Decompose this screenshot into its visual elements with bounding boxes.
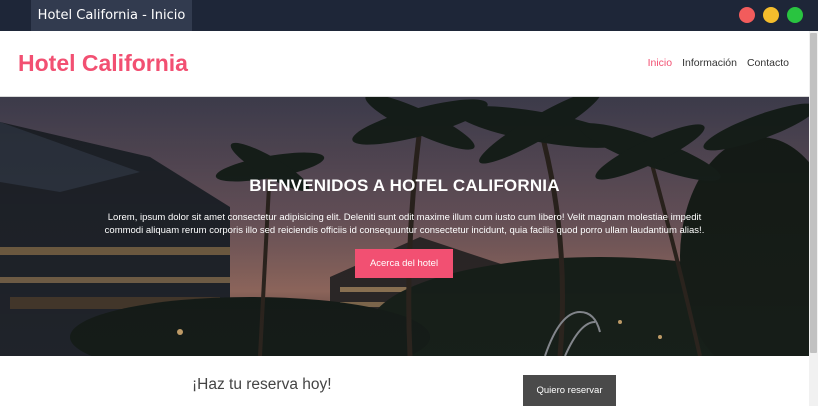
close-window-button[interactable]: [739, 7, 755, 23]
site-header: Hotel California Inicio Información Cont…: [0, 31, 809, 97]
brand-logo[interactable]: Hotel California: [18, 50, 188, 77]
page-viewport: Hotel California Inicio Información Cont…: [0, 31, 818, 406]
minimize-window-button[interactable]: [763, 7, 779, 23]
main-nav: Inicio Información Contacto: [648, 57, 789, 69]
hero-banner: BIENVENIDOS A HOTEL CALIFORNIA Lorem, ip…: [0, 97, 809, 356]
nav-item-informacion[interactable]: Información: [682, 57, 737, 69]
hero-description: Lorem, ipsum dolor sit amet consectetur …: [104, 212, 705, 236]
nav-item-contacto[interactable]: Contacto: [747, 57, 789, 69]
booking-cta-text: ¡Haz tu reserva hoy!: [192, 376, 332, 393]
maximize-window-button[interactable]: [787, 7, 803, 23]
scrollbar-thumb[interactable]: [810, 33, 817, 353]
book-now-button[interactable]: Quiero reservar: [523, 375, 616, 406]
hero-title: BIENVENIDOS A HOTEL CALIFORNIA: [249, 176, 560, 195]
tab-title: Hotel California - Inicio: [37, 8, 186, 23]
page-scrollbar[interactable]: [809, 31, 818, 406]
window-titlebar: Hotel California - Inicio: [0, 0, 818, 31]
nav-item-inicio[interactable]: Inicio: [648, 57, 673, 69]
browser-tab[interactable]: Hotel California - Inicio: [31, 0, 192, 31]
about-hotel-button[interactable]: Acerca del hotel: [355, 249, 453, 278]
booking-section: ¡Haz tu reserva hoy! Quiero reservar: [0, 356, 809, 406]
